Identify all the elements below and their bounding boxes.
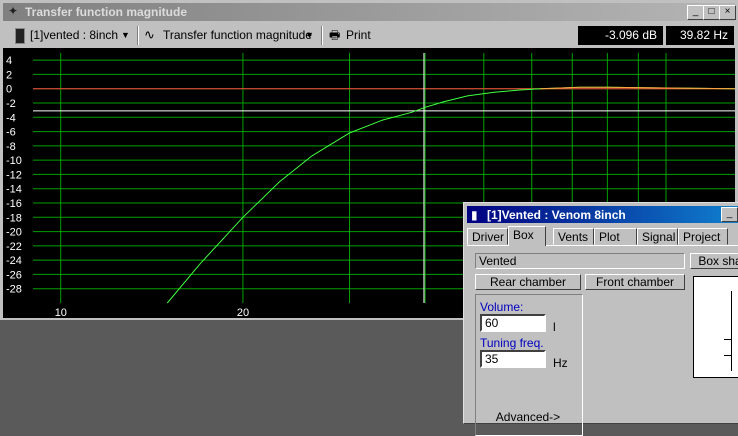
y-tick-label: -28	[6, 284, 22, 296]
box-window-title: [1]Vented : Venom 8inch	[487, 208, 626, 222]
y-tick-label: 0	[6, 84, 12, 96]
speaker-icon: ▮	[471, 208, 478, 222]
tab-vents[interactable]: Vents	[553, 228, 594, 245]
plot-dropdown-chevron-icon[interactable]: ▼	[305, 26, 314, 44]
project-select[interactable]: [1]vented : 8inch	[30, 26, 118, 44]
tab-signal[interactable]: Signal	[637, 228, 678, 245]
tab-driver[interactable]: Driver	[467, 228, 508, 245]
y-tick-label: -6	[6, 127, 16, 139]
box-window-title-bar[interactable]: ▮ [1]Vented : Venom 8inch _	[467, 206, 738, 223]
y-tick-label: 2	[6, 69, 12, 81]
tab-box[interactable]: Box	[508, 226, 546, 246]
y-tick-label: -18	[6, 212, 22, 224]
window-app-icon: ✦	[8, 4, 19, 18]
close-button[interactable]: ×	[719, 5, 736, 20]
toolbar-separator	[321, 26, 323, 45]
box-preview-wall	[731, 291, 732, 371]
box-preview-tick	[724, 339, 732, 340]
volume-label: Volume:	[480, 300, 524, 314]
main-title-bar[interactable]: ✦ Transfer function magnitude _ □ ×	[3, 3, 736, 21]
box-properties-window: ▮ [1]Vented : Venom 8inch _ Driver Box V…	[463, 202, 738, 436]
maximize-button[interactable]: □	[703, 5, 720, 20]
db-readout: -3.096 dB	[578, 26, 663, 45]
x-tick-label: 10	[55, 307, 67, 318]
y-tick-label: -4	[6, 112, 16, 124]
box-shape-button[interactable]: Box sha	[690, 253, 738, 269]
y-tick-label: -26	[6, 269, 22, 281]
tab-plot[interactable]: Plot	[594, 228, 637, 245]
hz-readout: 39.82 Hz	[666, 26, 734, 45]
project-dropdown-chevron-icon[interactable]: ▼	[121, 26, 130, 44]
y-tick-label: -8	[6, 141, 16, 153]
y-tick-label: -10	[6, 155, 22, 167]
plot-type-select[interactable]: Transfer function magnitude	[163, 26, 312, 44]
box-type-field[interactable]: Vented	[475, 253, 685, 269]
front-chamber-button[interactable]: Front chamber	[585, 274, 685, 290]
tuning-freq-label: Tuning freq.	[480, 336, 544, 350]
x-tick-label: 20	[237, 307, 249, 318]
volume-unit: l	[553, 320, 556, 334]
toolbar: [1]vented : 8inch ▼ ∿ Transfer function …	[3, 23, 735, 48]
minimize-button[interactable]: _	[687, 5, 704, 20]
y-tick-label: -16	[6, 198, 22, 210]
toolbar-separator	[137, 26, 139, 45]
y-tick-label: -22	[6, 241, 22, 253]
print-button[interactable]: Print	[346, 26, 371, 44]
waveform-icon: ∿	[144, 27, 155, 42]
advanced-button[interactable]: Advanced->	[493, 410, 563, 426]
tab-project[interactable]: Project	[678, 228, 728, 245]
tuning-freq-unit: Hz	[553, 356, 568, 370]
box-preview-tick	[724, 355, 732, 356]
tuning-freq-input[interactable]: 35	[480, 350, 546, 368]
y-tick-label: -20	[6, 227, 22, 239]
y-tick-label: -14	[6, 184, 22, 196]
main-window-title: Transfer function magnitude	[25, 5, 188, 19]
y-tick-label: -24	[6, 255, 22, 267]
y-tick-label: -2	[6, 98, 16, 110]
volume-input[interactable]: 60	[480, 314, 546, 332]
box-shape-preview	[693, 276, 738, 378]
speaker-icon	[15, 28, 25, 44]
y-tick-label: 4	[6, 55, 12, 67]
box-minimize-button[interactable]: _	[721, 207, 738, 222]
rear-chamber-button[interactable]: Rear chamber	[475, 274, 581, 290]
y-tick-label: -12	[6, 169, 22, 181]
printer-icon: 🖶	[329, 28, 341, 42]
box-tab-panel: Vented Box sha Rear chamber Front chambe…	[467, 245, 738, 436]
